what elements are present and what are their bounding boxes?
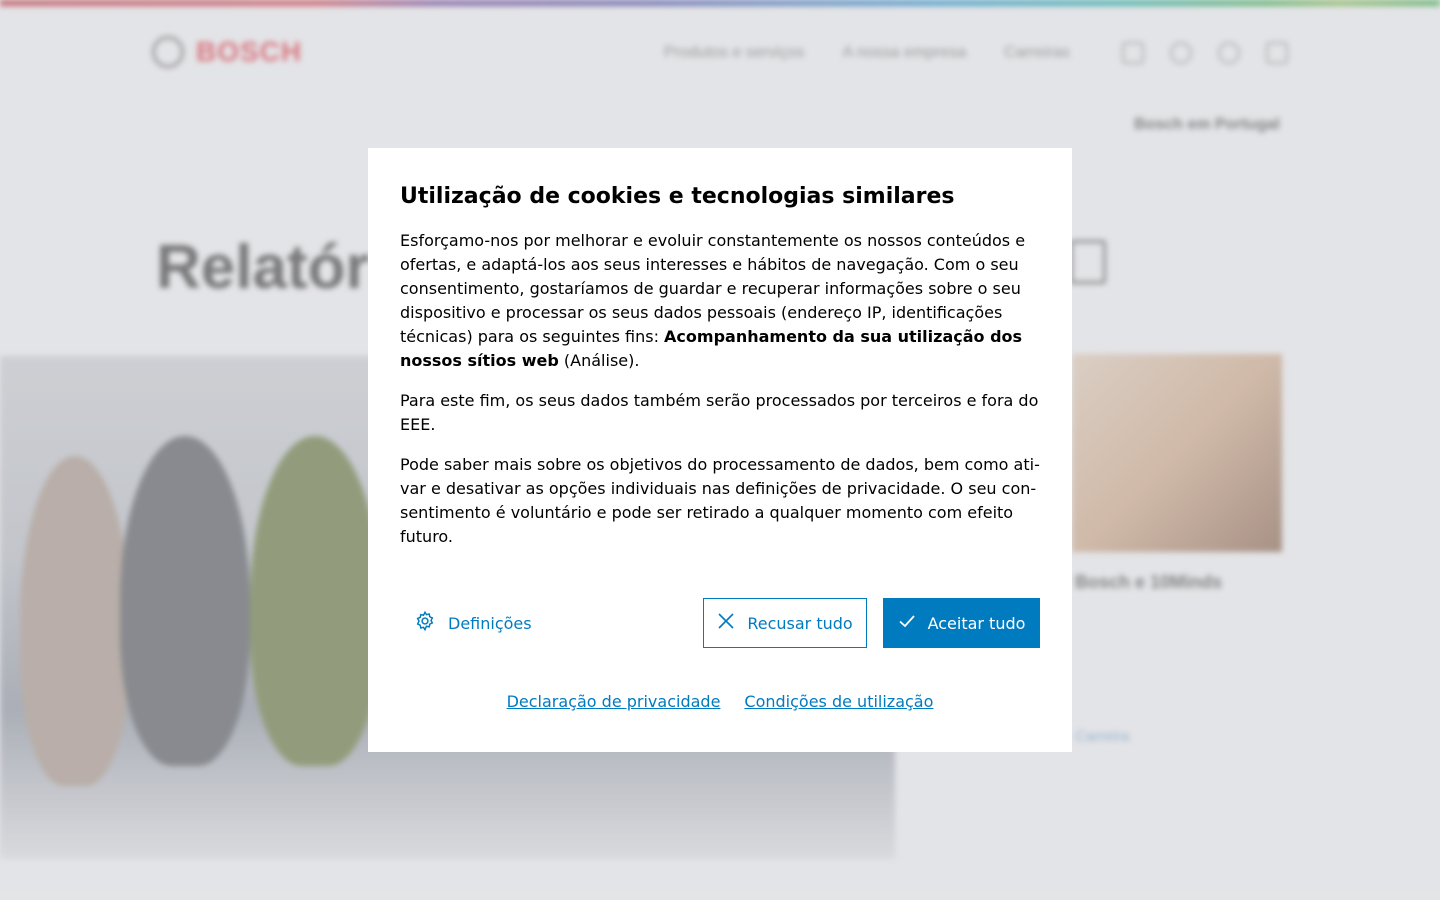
paragraph-tail: (Análise).: [558, 351, 640, 370]
gear-icon: [414, 610, 436, 636]
dialog-paragraph-3: Pode saber mais sobre os objetivos do pr…: [400, 455, 1040, 546]
settings-button[interactable]: Definições: [414, 610, 532, 636]
dialog-paragraph-2: Para este fim, os seus dados também serã…: [400, 391, 1039, 434]
close-icon: [717, 612, 735, 634]
settings-label: Definições: [448, 613, 532, 633]
dialog-title: Utilização de cookies e tecnologias simi…: [400, 184, 955, 209]
dialog-actions: Definições Recusar tudo Aceitar tudo: [400, 598, 1040, 648]
checkmark-icon: [898, 612, 916, 634]
accept-all-button[interactable]: Aceitar tudo: [883, 598, 1040, 648]
dialog-footer-links: Declaração de privacidade Condições de u…: [368, 692, 1072, 711]
refuse-all-button[interactable]: Recusar tudo: [703, 598, 867, 648]
refuse-label: Recusar tudo: [747, 613, 853, 633]
accept-label: Aceitar tudo: [927, 613, 1026, 633]
dialog-paragraph-1: Esforçamo-nos por melhorar e evoluir con…: [400, 229, 1040, 373]
privacy-statement-link[interactable]: Declaração de privacidade: [507, 692, 721, 711]
terms-of-use-link[interactable]: Condições de utilização: [744, 692, 933, 711]
cookie-consent-dialog: Utilização de cookies e tecnologias simi…: [368, 148, 1072, 752]
